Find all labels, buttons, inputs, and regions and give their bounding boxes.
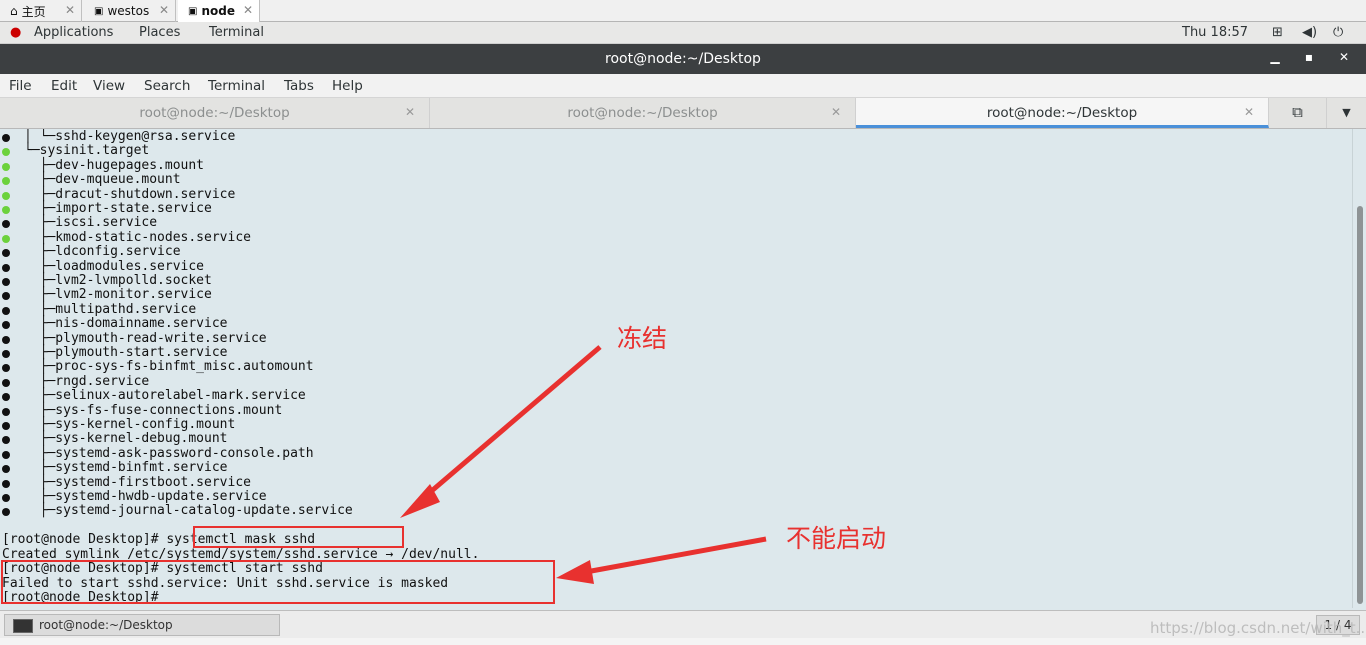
arrow-freeze — [412, 345, 602, 508]
host-status-strip — [0, 638, 1366, 645]
watermark: https://blog.csdn.net/with_t... — [1150, 619, 1366, 637]
arrow-cannot-start-head — [556, 560, 594, 584]
arrow-cannot-start — [574, 536, 767, 577]
annotation-arrows — [400, 345, 767, 584]
terminal-icon — [13, 619, 33, 633]
taskbar-item-terminal[interactable]: root@node:~/Desktop — [4, 614, 280, 636]
taskbar-item-label: root@node:~/Desktop — [39, 618, 173, 632]
